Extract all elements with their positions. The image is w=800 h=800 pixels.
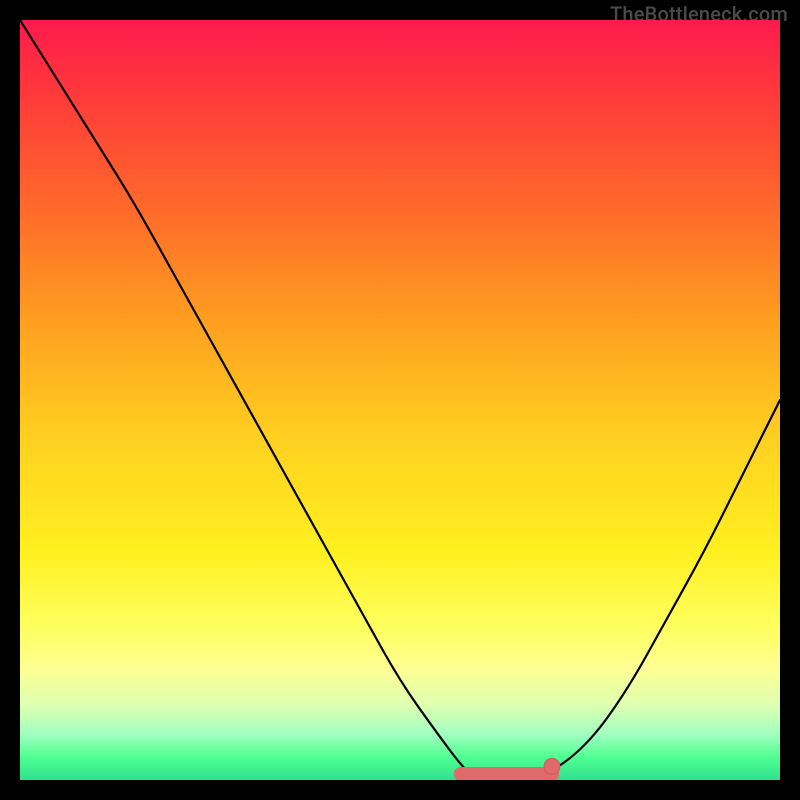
- chart-frame: TheBottleneck.com: [0, 0, 800, 800]
- chart-svg: [20, 20, 780, 780]
- plot-area: [20, 20, 780, 780]
- marker-dot: [544, 758, 560, 774]
- bottleneck-curve: [20, 20, 780, 780]
